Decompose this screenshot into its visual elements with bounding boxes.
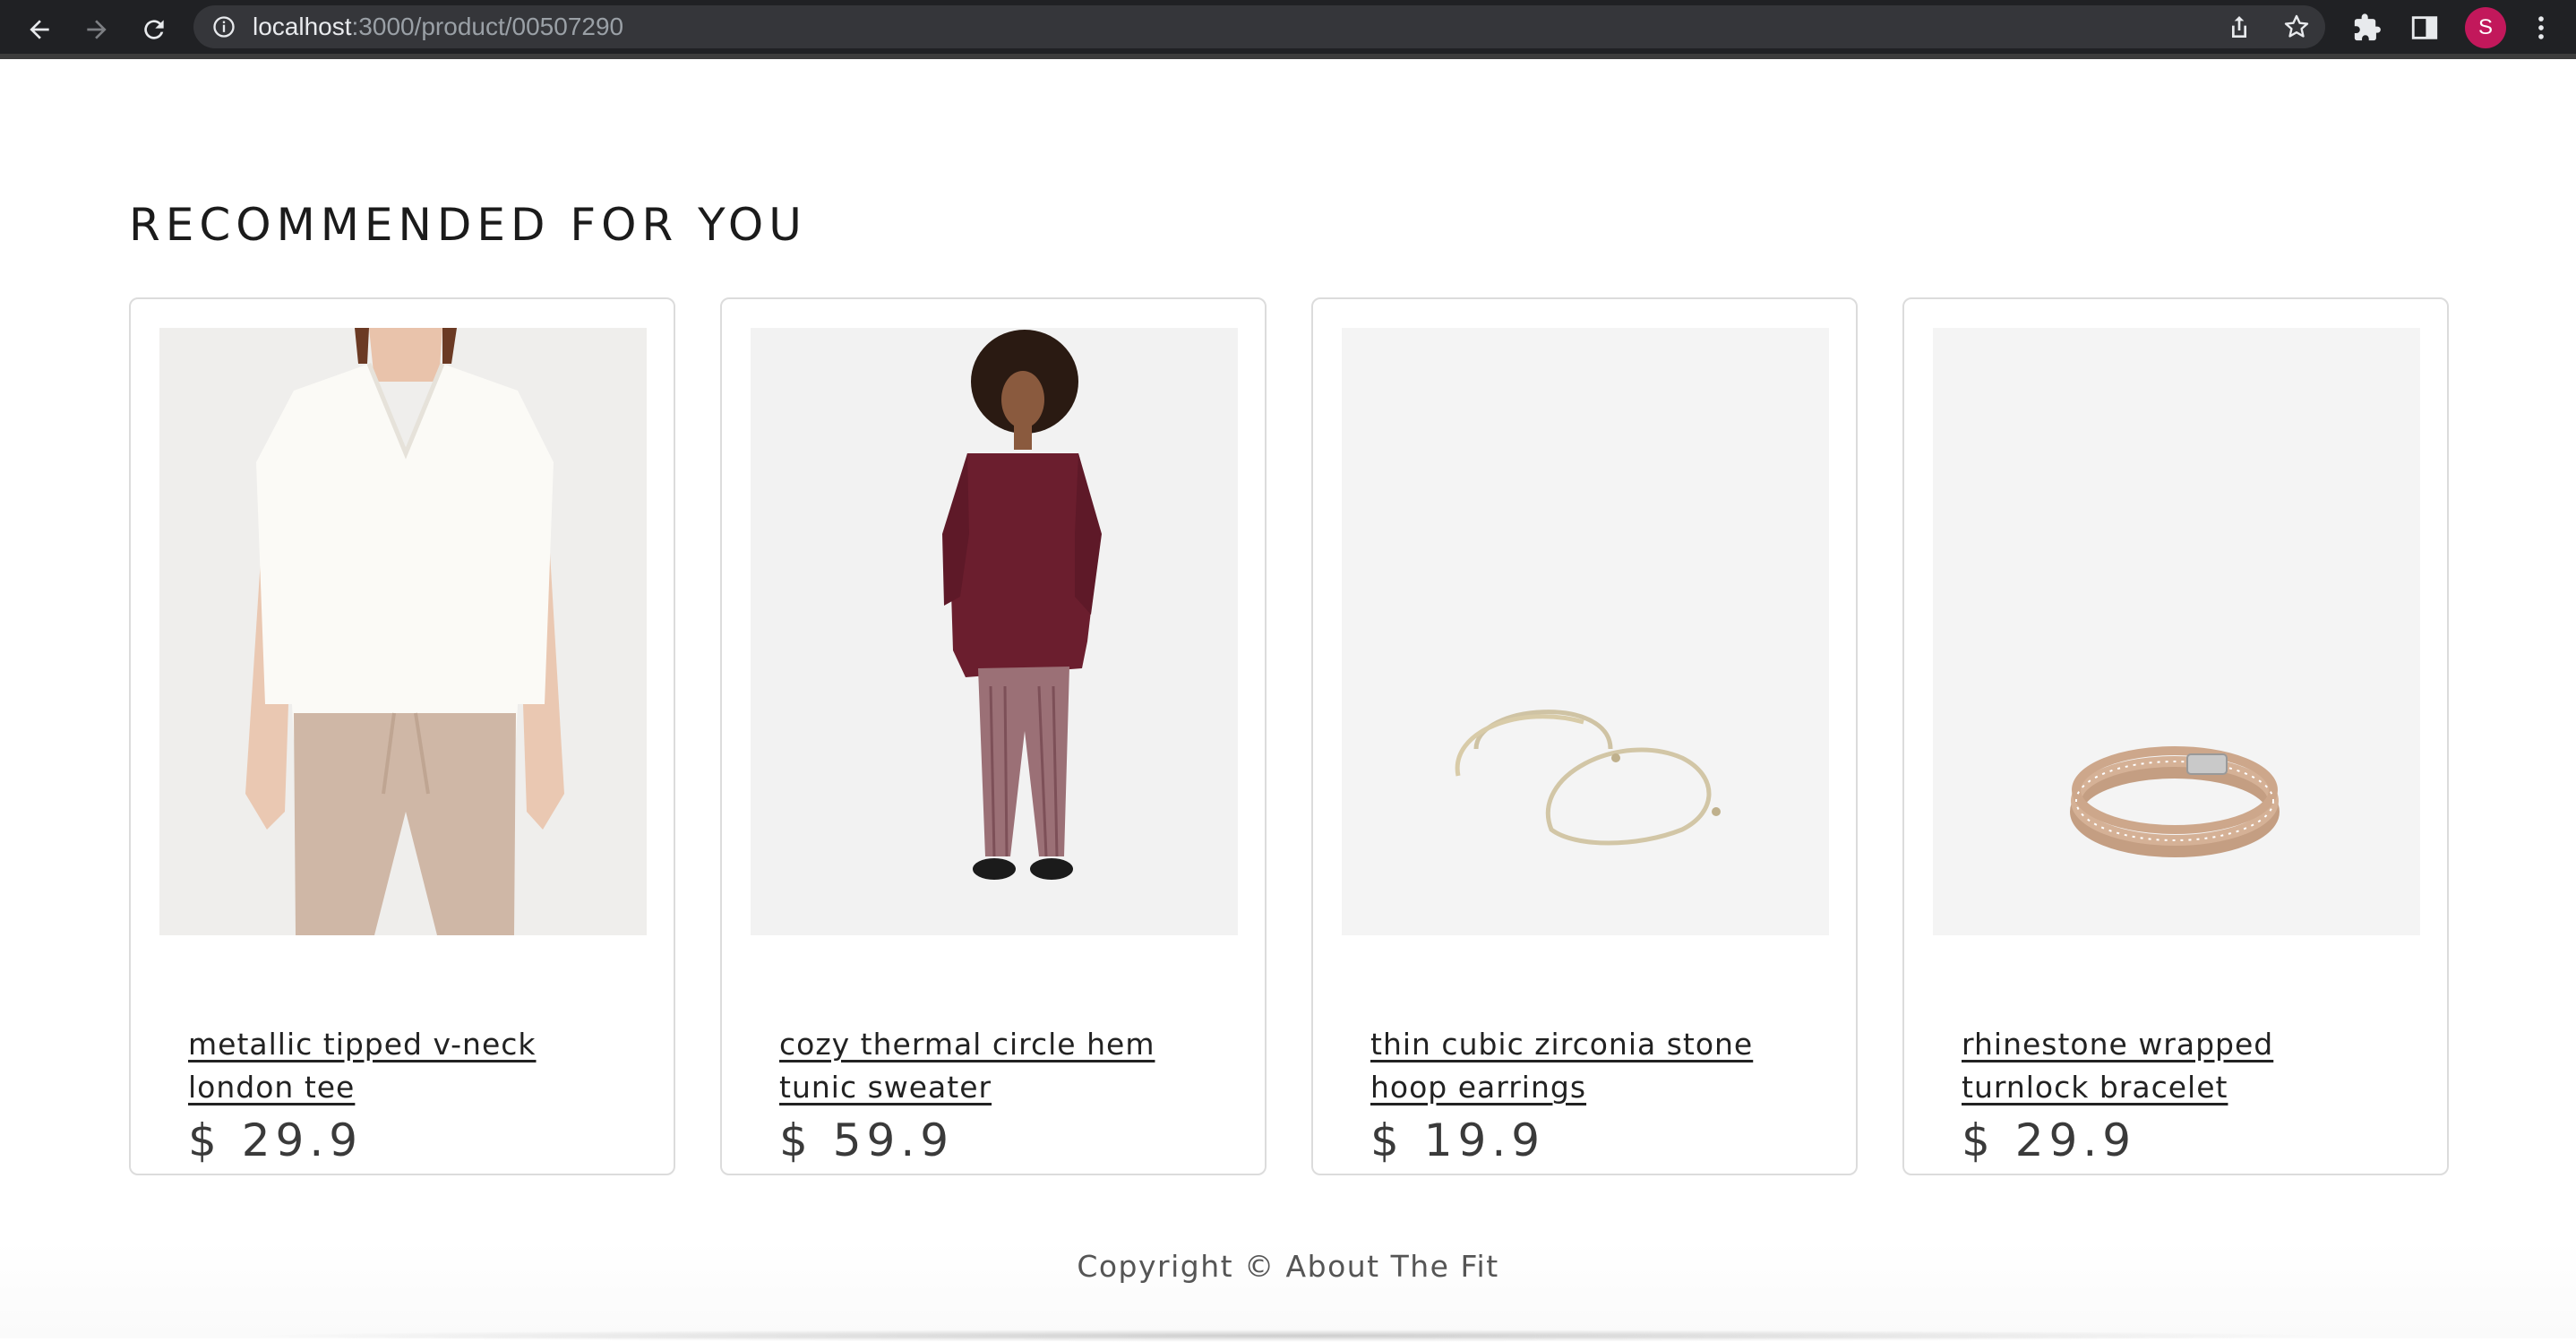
product-image[interactable] (159, 328, 647, 935)
url-path: :3000/product/00507290 (351, 13, 624, 40)
product-card[interactable]: thin cubic zirconia stone hoop earrings … (1311, 297, 1858, 1175)
page-content: RECOMMENDED FOR YOU metallic tipped v-ne… (0, 59, 2576, 1342)
reload-icon[interactable] (134, 10, 174, 49)
product-grid: metallic tipped v-neck london tee $ 29.9 (129, 297, 2449, 1175)
product-price: $ 29.9 (188, 1114, 364, 1166)
product-price: $ 59.9 (779, 1114, 955, 1166)
product-image[interactable] (751, 328, 1238, 935)
hoop-earrings-photo (1342, 328, 1829, 935)
share-icon[interactable] (2225, 13, 2254, 41)
copyright-text: Copyright © About The Fit (1077, 1249, 1499, 1284)
product-card[interactable]: metallic tipped v-neck london tee $ 29.9 (129, 297, 675, 1175)
url-host: localhost (253, 13, 352, 40)
menu-kebab-icon[interactable] (2526, 13, 2556, 43)
product-name-link[interactable]: thin cubic zirconia stone hoop earrings (1370, 1023, 1818, 1109)
forward-arrow-icon[interactable] (77, 10, 116, 49)
footer-shadow (233, 1329, 2347, 1342)
product-image[interactable] (1342, 328, 1829, 935)
product-name-link[interactable]: rhinestone wrapped turnlock bracelet (1962, 1023, 2409, 1109)
profile-initial: S (2477, 15, 2493, 39)
profile-avatar[interactable]: S (2465, 7, 2506, 48)
section-title: RECOMMENDED FOR YOU (129, 199, 807, 251)
product-name-link[interactable]: cozy thermal circle hem tunic sweater (779, 1023, 1227, 1109)
bookmark-star-icon[interactable] (2282, 13, 2311, 41)
product-price: $ 19.9 (1370, 1114, 1546, 1166)
rhinestone-bracelet-photo (1933, 328, 2420, 935)
browser-toolbar: localhost:3000/product/00507290 S (0, 0, 2576, 59)
woman-burgundy-sweater-photo (751, 328, 1238, 935)
product-card[interactable]: cozy thermal circle hem tunic sweater $ … (720, 297, 1267, 1175)
site-info-icon[interactable] (211, 14, 236, 39)
footer: Copyright © About The Fit (0, 1242, 2576, 1342)
product-image[interactable] (1933, 328, 2420, 935)
product-price: $ 29.9 (1962, 1114, 2137, 1166)
product-card[interactable]: rhinestone wrapped turnlock bracelet $ 2… (1902, 297, 2449, 1175)
address-bar[interactable]: localhost:3000/product/00507290 (193, 5, 2325, 48)
product-name-link[interactable]: metallic tipped v-neck london tee (188, 1023, 636, 1109)
side-panel-icon[interactable] (2409, 13, 2440, 43)
woman-white-tee-photo (159, 328, 647, 935)
url-text[interactable]: localhost:3000/product/00507290 (253, 13, 623, 40)
back-arrow-icon[interactable] (20, 10, 59, 49)
extensions-puzzle-icon[interactable] (2352, 13, 2383, 43)
